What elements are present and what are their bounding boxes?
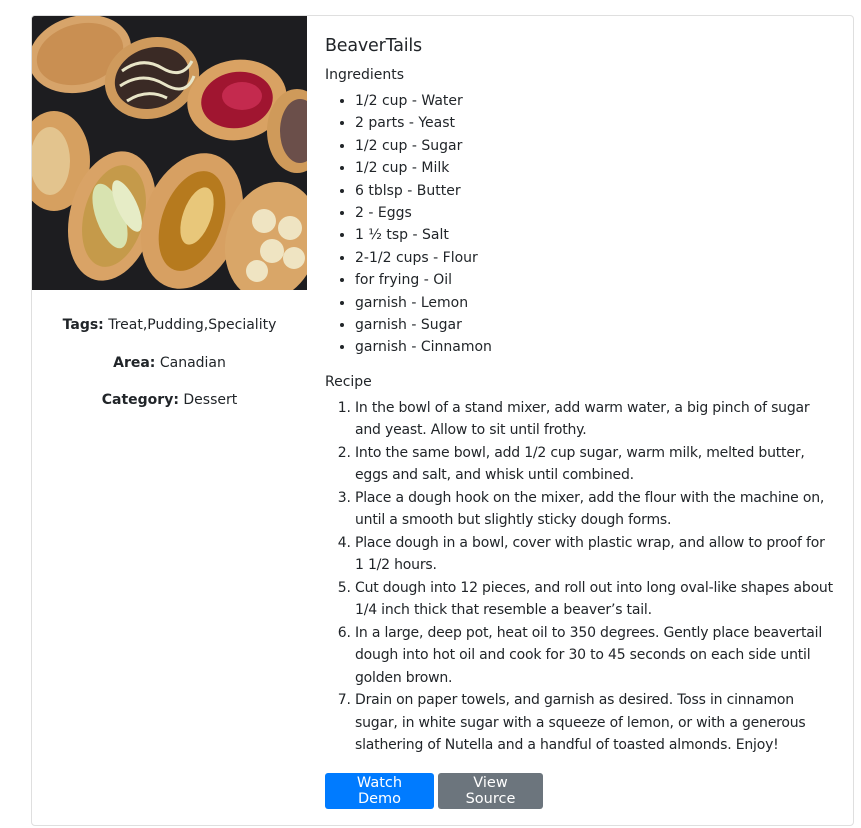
- ingredient-item: garnish - Lemon: [355, 292, 845, 314]
- ingredient-item: 2 parts - Yeast: [355, 112, 845, 134]
- recipe-title: BeaverTails: [325, 36, 422, 56]
- tags-value: Treat,Pudding,Speciality: [108, 317, 277, 333]
- ingredient-item: 1/2 cup - Sugar: [355, 135, 845, 157]
- recipe-step: Cut dough into 12 pieces, and roll out i…: [355, 577, 835, 622]
- recipe-step: Place a dough hook on the mixer, add the…: [355, 487, 835, 532]
- recipe-step: In a large, deep pot, heat oil to 350 de…: [355, 622, 835, 690]
- recipe-step: Place dough in a bowl, cover with plasti…: [355, 532, 835, 577]
- view-source-button[interactable]: View Source: [438, 773, 543, 809]
- tags-line: Tags: Treat,Pudding,Speciality: [32, 315, 307, 335]
- ingredient-item: 2 - Eggs: [355, 202, 845, 224]
- recipe-heading: Recipe: [325, 373, 372, 390]
- ingredient-item: garnish - Cinnamon: [355, 336, 845, 358]
- area-label: Area:: [113, 355, 156, 371]
- ingredients-heading: Ingredients: [325, 67, 404, 83]
- recipe-step: In the bowl of a stand mixer, add warm w…: [355, 397, 835, 442]
- ingredient-item: 1/2 cup - Milk: [355, 157, 845, 179]
- recipe-photo: [32, 16, 307, 290]
- ingredient-item: 1 ½ tsp - Salt: [355, 224, 845, 246]
- ingredient-item: 1/2 cup - Water: [355, 90, 845, 112]
- ingredient-item: for frying - Oil: [355, 269, 845, 291]
- tags-label: Tags:: [62, 317, 104, 333]
- area-value: Canadian: [159, 355, 226, 371]
- ingredient-item: 2-1/2 cups - Flour: [355, 247, 845, 269]
- category-value: Dessert: [183, 392, 238, 408]
- recipe-details: BeaverTails Ingredients 1/2 cup - Water …: [325, 34, 845, 757]
- area-line: Area: Canadian: [32, 353, 307, 373]
- recipe-card: Tags: Treat,Pudding,Speciality Area: Can…: [31, 15, 854, 826]
- ingredients-list: 1/2 cup - Water 2 parts - Yeast 1/2 cup …: [325, 90, 845, 359]
- recipe-steps: In the bowl of a stand mixer, add warm w…: [325, 397, 835, 757]
- ingredient-item: garnish - Sugar: [355, 314, 845, 336]
- beavertails-image: [32, 16, 307, 290]
- watch-demo-button[interactable]: Watch Demo: [325, 773, 434, 809]
- category-label: Category:: [101, 392, 179, 408]
- recipe-step: Drain on paper towels, and garnish as de…: [355, 689, 835, 757]
- recipe-step: Into the same bowl, add 1/2 cup sugar, w…: [355, 442, 835, 487]
- category-line: Category: Dessert: [32, 390, 307, 410]
- ingredient-item: 6 tblsp - Butter: [355, 180, 845, 202]
